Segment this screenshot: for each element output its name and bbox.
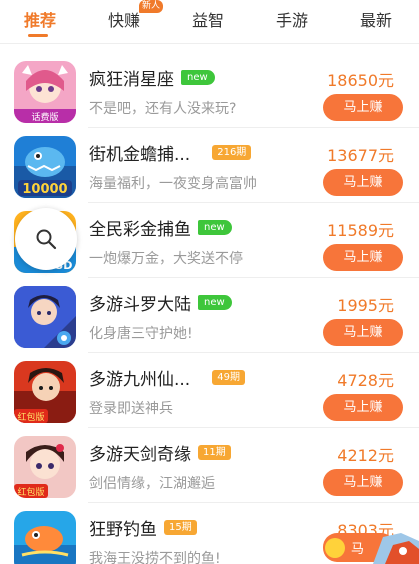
game-icon: 红包版 — [14, 436, 76, 498]
period-tag: 49期 — [212, 370, 245, 385]
floating-search-button[interactable] — [15, 208, 77, 270]
game-description: 一炮爆万金，大奖送不停 — [89, 251, 243, 267]
tab-mobile-games[interactable]: 手游 — [276, 7, 308, 31]
game-description: 不是吧，还有人没来玩? — [89, 101, 237, 117]
game-row[interactable]: 红包版 多游天剑奇缘 11期 剑侣情缘，江湖邂逅 4212元 马上赚 — [0, 428, 419, 503]
game-title: 街机金蟾捕... — [89, 145, 191, 165]
icon-label: 话费版 — [31, 111, 58, 123]
game-title: 全民彩金捕鱼 — [89, 220, 191, 240]
game-row[interactable]: 多游斗罗大陆 new 化身唐三守护她! 1995元 马上赚 — [0, 278, 419, 353]
new-tag: new — [198, 220, 232, 235]
earn-now-button[interactable]: 马上赚 — [323, 319, 403, 346]
new-tag: new — [181, 70, 215, 85]
game-description: 剑侣情缘，江湖邂逅 — [89, 476, 215, 492]
game-description: 海量福利，一夜变身高富帅 — [89, 176, 257, 192]
reward-amount: 1995元 — [337, 296, 394, 315]
game-icon — [14, 286, 76, 348]
reward-amount: 4728元 — [337, 371, 394, 390]
period-tag: 15期 — [164, 520, 197, 535]
game-description: 我海王没捞不到的鱼! — [89, 551, 221, 564]
new-user-badge: 新人 — [139, 0, 164, 13]
tab-latest[interactable]: 最新 — [360, 7, 392, 31]
period-tag: 11期 — [198, 445, 231, 460]
search-icon — [36, 229, 57, 250]
tab-recommend[interactable]: 推荐 — [24, 7, 56, 31]
game-icon: 话费版 — [14, 61, 76, 123]
icon-label: 红包版 — [17, 411, 44, 423]
icon-label: 红包版 — [17, 486, 44, 498]
reward-amount: 13677元 — [327, 146, 394, 165]
new-tag: new — [198, 295, 232, 310]
reward-amount: 11589元 — [327, 221, 394, 240]
game-description: 化身唐三守护她! — [89, 326, 193, 342]
top-tab-bar: 推荐 快赚 新人 益智 手游 最新 — [0, 0, 419, 44]
game-icon — [14, 511, 76, 564]
earn-now-button[interactable]: 马上赚 — [323, 244, 403, 271]
game-title: 多游九州仙... — [89, 370, 191, 390]
earn-now-button[interactable]: 马上赚 — [323, 394, 403, 421]
game-row[interactable]: 红包版 多游九州仙... 49期 登录即送神兵 4728元 马上赚 — [0, 353, 419, 428]
earn-now-button[interactable]: 马上赚 — [323, 469, 403, 496]
game-icon: 10000 — [14, 136, 76, 198]
reward-amount: 4212元 — [337, 446, 394, 465]
earn-now-button[interactable]: 马上赚 — [323, 169, 403, 196]
promo-overlay[interactable]: 马 — [323, 531, 419, 564]
game-title: 疯狂消星座 — [89, 70, 174, 90]
reward-amount: 18650元 — [327, 71, 394, 90]
game-row[interactable]: 10000 街机金蟾捕... 216期 海量福利，一夜变身高富帅 13677元 … — [0, 128, 419, 203]
earn-now-button[interactable]: 马上赚 — [323, 94, 403, 121]
game-title: 多游斗罗大陆 — [89, 295, 191, 315]
game-icon: 红包版 — [14, 361, 76, 423]
game-description: 登录即送神兵 — [89, 401, 173, 417]
period-tag: 216期 — [212, 145, 252, 160]
game-title: 狂野钓鱼 — [89, 520, 157, 540]
icon-label: 10000 — [22, 182, 67, 197]
game-row[interactable]: 话费版 疯狂消星座 new 不是吧，还有人没来玩? 18650元 马上赚 — [0, 53, 419, 128]
active-tab-indicator — [28, 34, 48, 37]
tab-quick-earn[interactable]: 快赚 — [108, 7, 140, 31]
game-title: 多游天剑奇缘 — [89, 445, 191, 465]
tab-puzzle[interactable]: 益智 — [192, 7, 224, 31]
icon-label: 马 — [351, 542, 364, 557]
